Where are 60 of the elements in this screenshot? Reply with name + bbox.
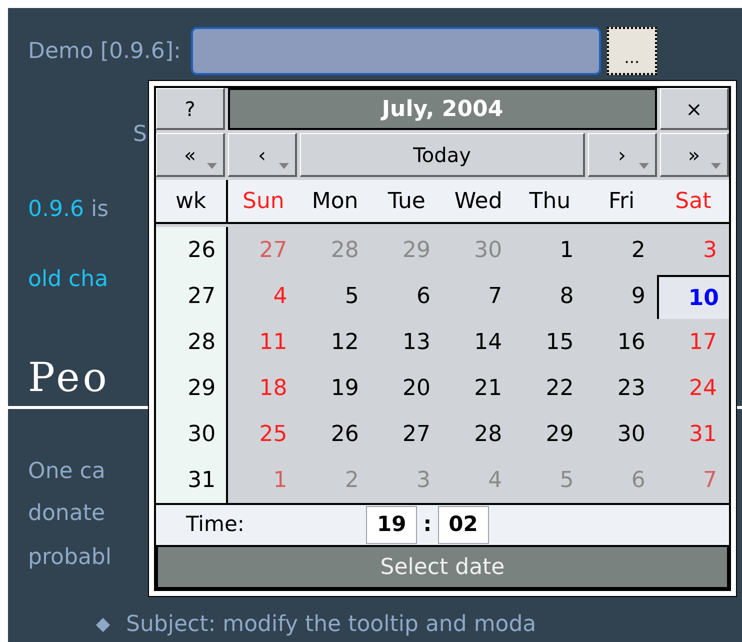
day-cell[interactable]: 22 bbox=[514, 365, 586, 411]
week-number: 28 bbox=[156, 319, 228, 365]
day-cell[interactable]: 20 bbox=[370, 365, 442, 411]
week-number: 27 bbox=[156, 273, 228, 319]
nav-button[interactable]: ‹ bbox=[228, 133, 297, 177]
week-number: 31 bbox=[156, 457, 228, 503]
week-number: 30 bbox=[156, 411, 228, 457]
today-button[interactable]: Today bbox=[300, 133, 585, 177]
paragraph-text: 0.9.6 is bbox=[28, 197, 109, 222]
help-button[interactable]: ? bbox=[156, 88, 225, 130]
day-cell[interactable]: 28 bbox=[442, 411, 514, 457]
day-cell[interactable]: 29 bbox=[514, 411, 586, 457]
calendar-title: July, 2004 bbox=[228, 88, 657, 130]
column-header: wk bbox=[156, 180, 228, 222]
paragraph-text: One ca bbox=[28, 459, 106, 484]
day-cell[interactable]: 16 bbox=[586, 319, 658, 365]
nav-button[interactable]: › bbox=[588, 133, 657, 177]
paragraph-text: donate bbox=[28, 501, 106, 526]
week-number: 29 bbox=[156, 365, 228, 411]
nav-button[interactable]: » bbox=[660, 133, 729, 177]
minute-field[interactable]: 02 bbox=[438, 506, 489, 544]
week-number: 26 bbox=[156, 227, 228, 273]
day-cell[interactable]: 10 bbox=[657, 275, 729, 319]
field-label: Demo [0.9.6]: bbox=[28, 38, 181, 66]
link[interactable]: old cha bbox=[28, 267, 108, 292]
day-cell[interactable]: 5 bbox=[299, 273, 371, 319]
day-cell[interactable]: 14 bbox=[442, 319, 514, 365]
weekday-header: Tue bbox=[386, 188, 426, 216]
day-cell[interactable]: 19 bbox=[299, 365, 371, 411]
paragraph-text: probabl bbox=[28, 545, 112, 570]
weekday-header: Sat bbox=[674, 188, 712, 216]
day-cell[interactable]: 21 bbox=[442, 365, 514, 411]
day-cell[interactable]: 8 bbox=[514, 273, 586, 319]
paragraph-text: S bbox=[133, 122, 147, 147]
weekday-header: Mon bbox=[310, 188, 360, 216]
day-cell[interactable]: 7 bbox=[442, 273, 514, 319]
day-cell[interactable]: 15 bbox=[514, 319, 586, 365]
nav-button[interactable]: « bbox=[156, 133, 225, 177]
day-cell[interactable]: 23 bbox=[586, 365, 658, 411]
day-cell[interactable]: 9 bbox=[586, 273, 658, 319]
calendar-trigger-button[interactable]: ... bbox=[606, 27, 657, 75]
time-separator: : bbox=[423, 511, 432, 538]
list-item-text: Subject: modify the tooltip and moda bbox=[126, 611, 536, 639]
close-button[interactable]: × bbox=[660, 88, 729, 130]
weekday-header: Sun bbox=[242, 188, 286, 216]
weekday-header: Thu bbox=[528, 188, 572, 216]
day-cell[interactable]: 1 bbox=[514, 227, 586, 273]
day-cell[interactable]: 13 bbox=[370, 319, 442, 365]
weekday-header: Fri bbox=[607, 188, 636, 216]
hour-field[interactable]: 19 bbox=[366, 506, 418, 544]
date-input-field[interactable] bbox=[190, 27, 601, 75]
day-cell[interactable]: 30 bbox=[586, 411, 658, 457]
time-label: Time: bbox=[186, 511, 246, 538]
day-cell[interactable]: 27 bbox=[370, 411, 442, 457]
day-cell[interactable]: 12 bbox=[299, 319, 371, 365]
day-cell[interactable]: 2 bbox=[586, 227, 658, 273]
section-heading: Peo bbox=[28, 355, 110, 401]
day-cell[interactable]: 6 bbox=[370, 273, 442, 319]
day-cell[interactable]: 26 bbox=[299, 411, 371, 457]
weekday-header: Wed bbox=[453, 188, 504, 216]
